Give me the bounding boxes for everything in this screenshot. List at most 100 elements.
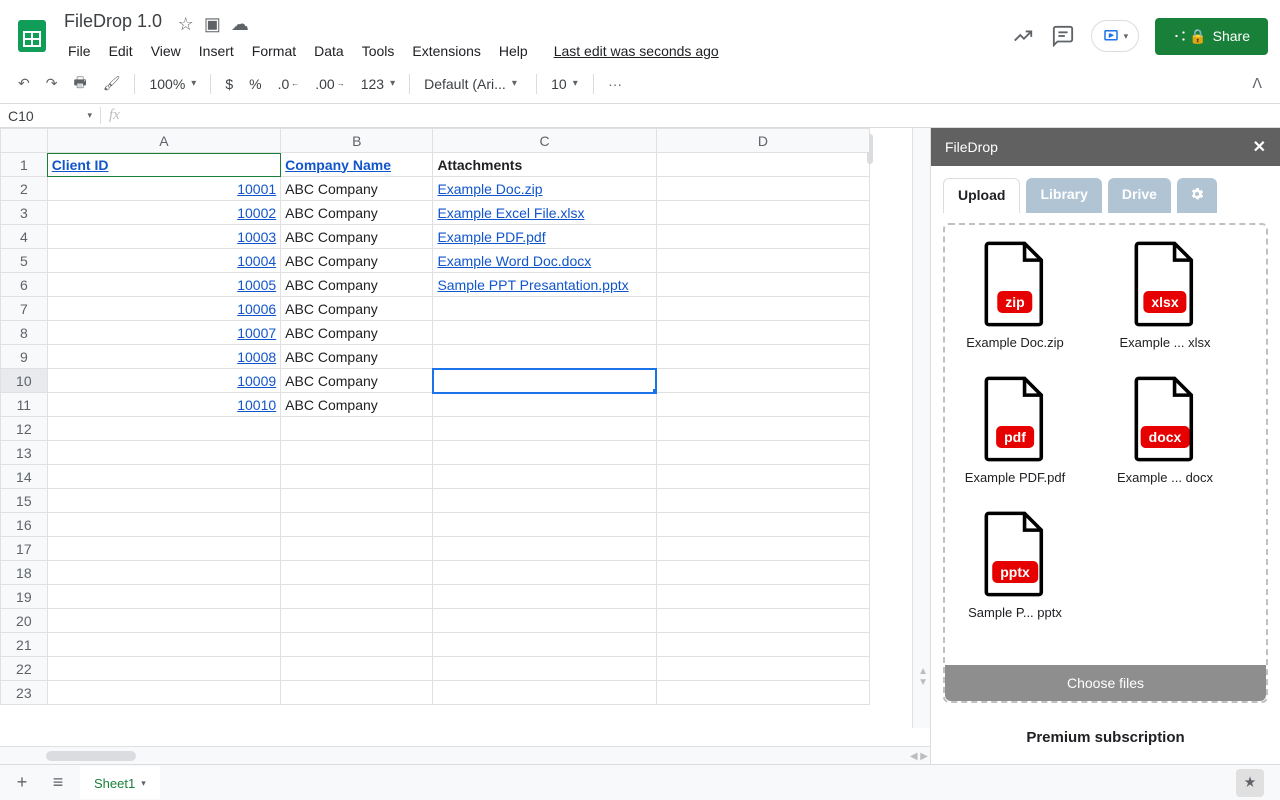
cell-B17[interactable] [281, 537, 433, 561]
vertical-scrollbar[interactable]: ▲▼ [912, 128, 930, 728]
name-box[interactable]: C10 [0, 106, 100, 126]
percent-button[interactable]: % [243, 72, 267, 96]
cell-C15[interactable] [433, 489, 656, 513]
row-header-10[interactable]: 10 [1, 369, 48, 393]
cell-A13[interactable] [47, 441, 280, 465]
menu-file[interactable]: File [60, 39, 99, 63]
cell-C7[interactable] [433, 297, 656, 321]
cell-A21[interactable] [47, 633, 280, 657]
row-header-5[interactable]: 5 [1, 249, 48, 273]
cell-A5[interactable]: 10004 [47, 249, 280, 273]
cell-C9[interactable] [433, 345, 656, 369]
col-header-b[interactable]: B [281, 129, 433, 153]
cell-A12[interactable] [47, 417, 280, 441]
file-item-xlsx[interactable]: xlsxExample ... xlsx [1105, 241, 1225, 350]
cell-A6[interactable]: 10005 [47, 273, 280, 297]
cell-B5[interactable]: ABC Company [281, 249, 433, 273]
cell-D18[interactable] [656, 561, 869, 585]
cell-C4[interactable]: Example PDF.pdf [433, 225, 656, 249]
cell-D14[interactable] [656, 465, 869, 489]
font-size-dropdown[interactable]: 10 [545, 72, 585, 96]
cell-A10[interactable]: 10009 [47, 369, 280, 393]
cell-C3[interactable]: Example Excel File.xlsx [433, 201, 656, 225]
row-header-22[interactable]: 22 [1, 657, 48, 681]
number-format-dropdown[interactable]: 123 [355, 72, 401, 96]
currency-button[interactable]: $ [219, 72, 239, 96]
row-header-17[interactable]: 17 [1, 537, 48, 561]
cell-C8[interactable] [433, 321, 656, 345]
cell-D11[interactable] [656, 393, 869, 417]
menu-tools[interactable]: Tools [354, 39, 403, 63]
cell-B12[interactable] [281, 417, 433, 441]
cell-D17[interactable] [656, 537, 869, 561]
cell-A1[interactable]: Client ID [47, 153, 280, 177]
cell-A8[interactable]: 10007 [47, 321, 280, 345]
cell-C22[interactable] [433, 657, 656, 681]
row-header-1[interactable]: 1 [1, 153, 48, 177]
cell-B10[interactable]: ABC Company [281, 369, 433, 393]
cell-C1[interactable]: Attachments [433, 153, 656, 177]
col-header-a[interactable]: A [47, 129, 280, 153]
explore-button[interactable] [1236, 769, 1264, 797]
premium-subscription-label[interactable]: Premium subscription [931, 711, 1280, 764]
cell-B3[interactable]: ABC Company [281, 201, 433, 225]
file-item-docx[interactable]: docxExample ... docx [1105, 376, 1225, 485]
collapse-toolbar-button[interactable]: ᐱ [1246, 71, 1268, 96]
cell-A3[interactable]: 10002 [47, 201, 280, 225]
cell-D8[interactable] [656, 321, 869, 345]
cell-D5[interactable] [656, 249, 869, 273]
cell-C19[interactable] [433, 585, 656, 609]
row-header-21[interactable]: 21 [1, 633, 48, 657]
all-sheets-button[interactable]: ≡ [44, 769, 72, 797]
row-header-20[interactable]: 20 [1, 609, 48, 633]
cell-C17[interactable] [433, 537, 656, 561]
row-header-4[interactable]: 4 [1, 225, 48, 249]
cell-A15[interactable] [47, 489, 280, 513]
cell-D23[interactable] [656, 681, 869, 705]
sheet-tab-1[interactable]: Sheet1 ▾ [80, 766, 160, 799]
cell-B4[interactable]: ABC Company [281, 225, 433, 249]
cell-D20[interactable] [656, 609, 869, 633]
cell-B20[interactable] [281, 609, 433, 633]
cell-B16[interactable] [281, 513, 433, 537]
cell-A23[interactable] [47, 681, 280, 705]
cell-C13[interactable] [433, 441, 656, 465]
cell-D1[interactable] [656, 153, 869, 177]
undo-button[interactable]: ↶ [12, 71, 36, 96]
row-header-8[interactable]: 8 [1, 321, 48, 345]
cell-C23[interactable] [433, 681, 656, 705]
cell-C14[interactable] [433, 465, 656, 489]
tab-drive[interactable]: Drive [1108, 178, 1171, 213]
cell-D16[interactable] [656, 513, 869, 537]
cell-D4[interactable] [656, 225, 869, 249]
cell-A17[interactable] [47, 537, 280, 561]
choose-files-button[interactable]: Choose files [945, 665, 1266, 701]
dropzone[interactable]: zipExample Doc.zipxlsxExample ... xlsxpd… [943, 223, 1268, 703]
cell-B8[interactable]: ABC Company [281, 321, 433, 345]
cell-B2[interactable]: ABC Company [281, 177, 433, 201]
cell-B19[interactable] [281, 585, 433, 609]
close-sidebar-button[interactable]: ✕ [1253, 137, 1266, 157]
cell-D12[interactable] [656, 417, 869, 441]
cell-A7[interactable]: 10006 [47, 297, 280, 321]
cell-C18[interactable] [433, 561, 656, 585]
file-item-pptx[interactable]: pptxSample P... pptx [955, 511, 1075, 620]
row-header-7[interactable]: 7 [1, 297, 48, 321]
row-header-23[interactable]: 23 [1, 681, 48, 705]
cell-B23[interactable] [281, 681, 433, 705]
tab-upload[interactable]: Upload [943, 178, 1020, 213]
cell-A11[interactable]: 10010 [47, 393, 280, 417]
cell-C21[interactable] [433, 633, 656, 657]
redo-button[interactable]: ↷ [40, 71, 64, 96]
file-item-pdf[interactable]: pdfExample PDF.pdf [955, 376, 1075, 485]
add-sheet-button[interactable]: + [8, 769, 36, 797]
cell-C20[interactable] [433, 609, 656, 633]
star-icon[interactable]: ☆ [178, 14, 194, 35]
comments-icon[interactable] [1051, 24, 1075, 48]
cell-B13[interactable] [281, 441, 433, 465]
row-header-11[interactable]: 11 [1, 393, 48, 417]
row-header-16[interactable]: 16 [1, 513, 48, 537]
font-dropdown[interactable]: Default (Ari... [418, 72, 528, 96]
cell-D9[interactable] [656, 345, 869, 369]
paint-format-button[interactable]: 🖌 [97, 71, 127, 96]
